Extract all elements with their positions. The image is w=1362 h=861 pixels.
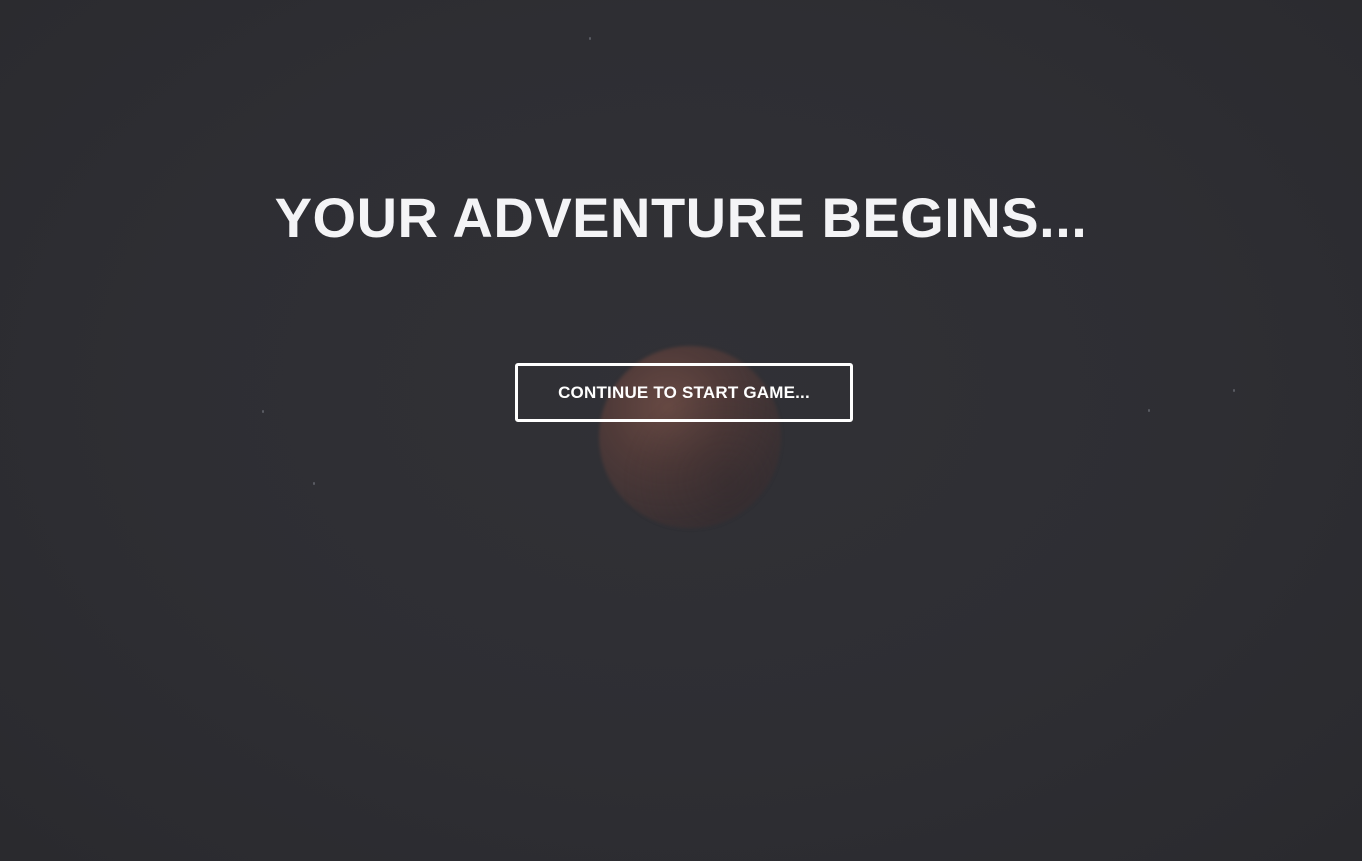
star	[589, 37, 591, 40]
star	[1233, 389, 1235, 392]
screen-title: YOUR ADVENTURE BEGINS...	[274, 186, 1088, 249]
start-screen: YOUR ADVENTURE BEGINS... CONTINUE TO STA…	[0, 0, 1362, 861]
continue-to-start-game-button[interactable]: CONTINUE TO START GAME...	[515, 363, 853, 422]
star	[1148, 409, 1150, 412]
star	[262, 410, 264, 413]
star	[313, 482, 315, 485]
